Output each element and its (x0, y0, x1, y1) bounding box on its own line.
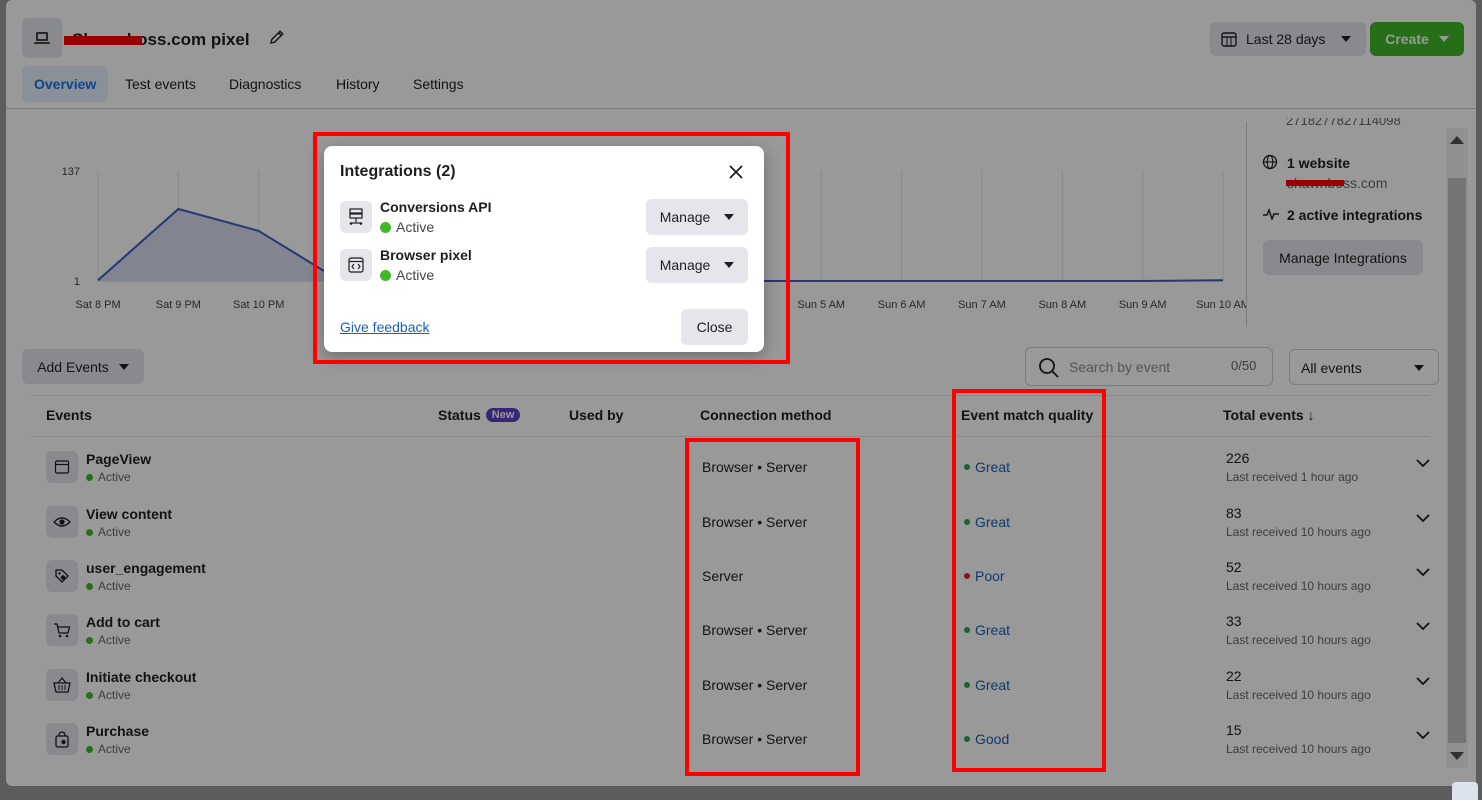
annotation-box-connection-method (685, 438, 860, 776)
language-globe-icon[interactable] (1452, 782, 1478, 800)
annotation-box-event-match-quality (952, 389, 1106, 772)
annotation-box-integrations (313, 132, 790, 364)
